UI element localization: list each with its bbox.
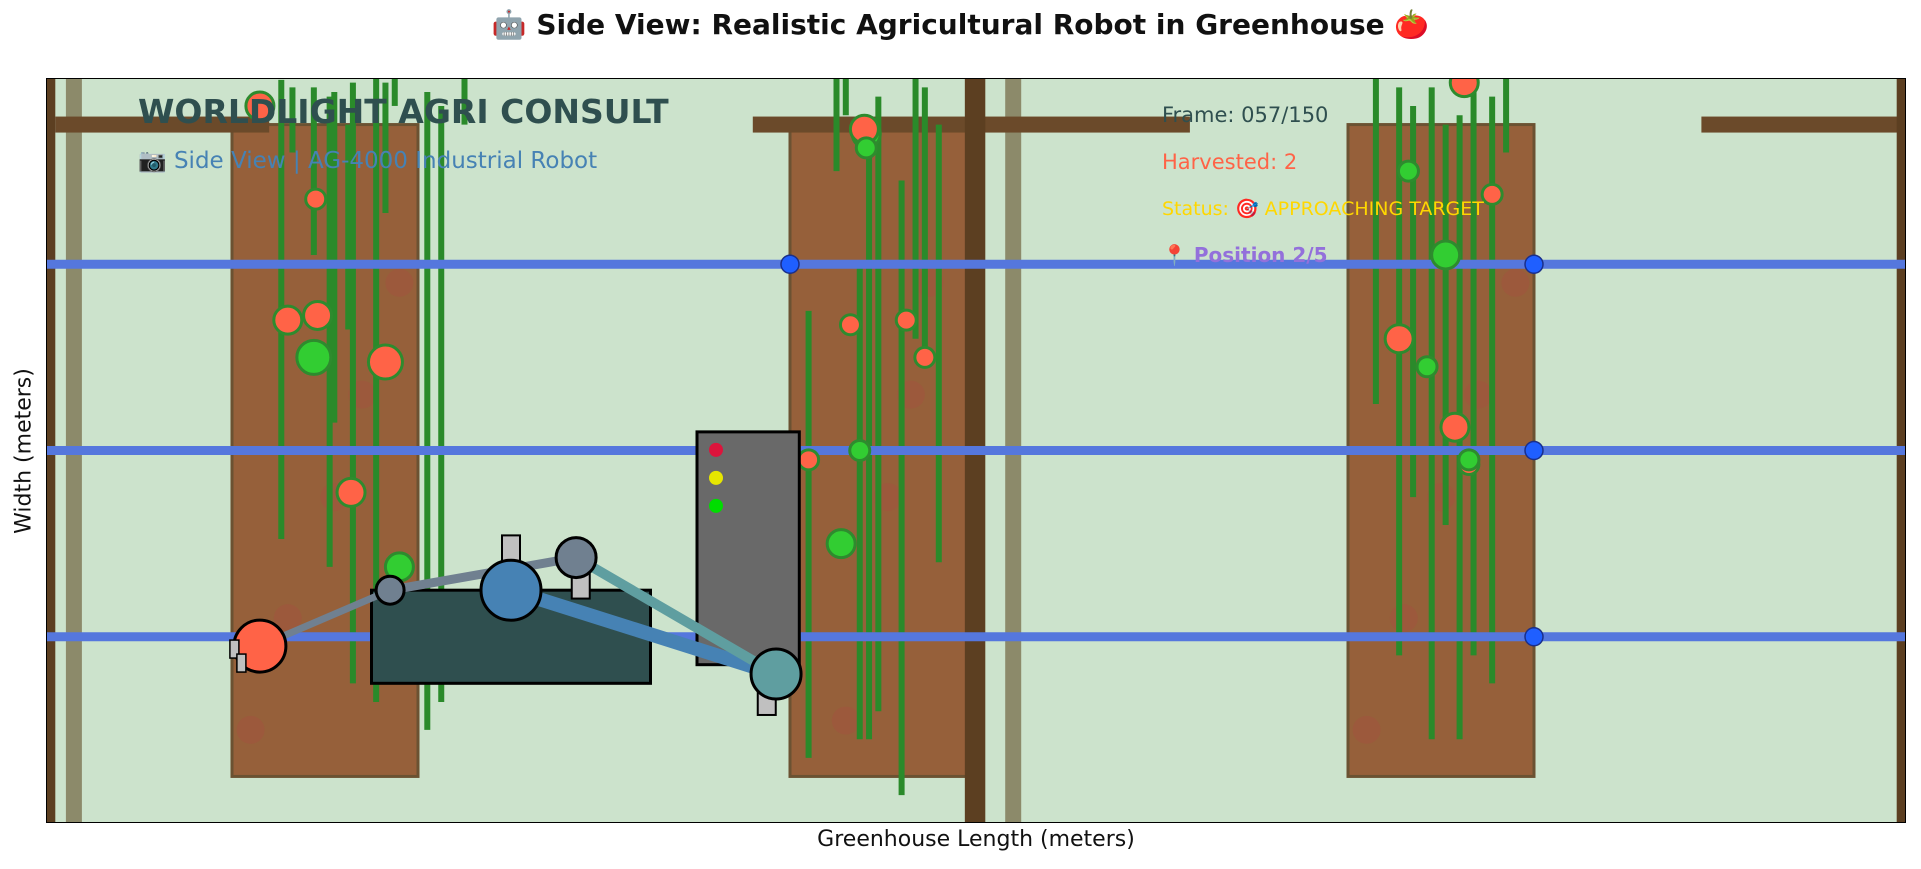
- rail-joint: [1524, 440, 1544, 461]
- y-axis-label: Width (meters): [11, 368, 37, 534]
- plot-area: WORLDLIGHT AGRI CONSULT 📷 Side View | AG…: [46, 78, 1906, 823]
- ripe-tomato: [838, 313, 862, 337]
- arm-wrist-joint: [749, 647, 803, 701]
- rail-joint: [780, 254, 800, 274]
- unripe-tomato: [1457, 448, 1481, 472]
- ripe-tomato: [1448, 78, 1480, 99]
- ripe-tomato: [1383, 323, 1415, 355]
- soil-spot: [1464, 380, 1493, 409]
- ripe-tomato: [1480, 182, 1504, 206]
- arm-base-joint: [479, 558, 543, 622]
- soil-spot: [236, 715, 265, 744]
- soil-spot: [831, 706, 860, 735]
- indicator-light: [709, 442, 723, 457]
- gripper-finger: [236, 653, 247, 673]
- unripe-tomato: [825, 528, 857, 560]
- chart-title: 🤖 Side View: Realistic Agricultural Robo…: [491, 8, 1430, 41]
- greenhouse-scene: [46, 78, 1906, 823]
- indicator-light: [709, 470, 723, 485]
- ripe-tomato: [894, 308, 918, 332]
- ripe-tomato: [797, 448, 821, 472]
- figure: 🤖 Side View: Realistic Agricultural Robo…: [0, 0, 1921, 869]
- ripe-tomato: [366, 343, 404, 381]
- position-indicator: 📍 Position 2/5: [1162, 243, 1328, 267]
- unripe-tomato: [848, 439, 872, 462]
- unripe-tomato: [1396, 159, 1420, 183]
- view-subtitle: 📷 Side View | AG-4000 Industrial Robot: [138, 148, 598, 174]
- soil-spot: [1389, 604, 1418, 633]
- unripe-tomato: [295, 338, 333, 376]
- ripe-tomato: [1439, 411, 1471, 443]
- ripe-tomato: [335, 476, 367, 508]
- soil-spot: [1352, 715, 1381, 744]
- x-axis-label: Greenhouse Length (meters): [817, 827, 1135, 852]
- soil-spot: [385, 268, 414, 297]
- arm-shoulder-joint: [554, 536, 598, 580]
- overhead-beam: [1701, 116, 1906, 133]
- harvested-count: Harvested: 2: [1162, 150, 1298, 174]
- rail-joint: [1524, 254, 1544, 274]
- arm-elbow-joint: [374, 574, 406, 606]
- ripe-tomato: [272, 304, 304, 336]
- ripe-tomato: [302, 299, 334, 331]
- ripe-tomato: [304, 187, 328, 211]
- indicator-light: [709, 498, 723, 513]
- unripe-tomato: [1415, 355, 1439, 379]
- ripe-tomato: [913, 345, 937, 369]
- status-text: Status: 🎯 APPROACHING TARGET: [1162, 198, 1484, 220]
- unripe-tomato: [854, 136, 878, 160]
- control-box: [695, 430, 801, 667]
- frame-counter: Frame: 057/150: [1162, 103, 1329, 127]
- company-name: WORLDLIGHT AGRI CONSULT: [138, 92, 669, 131]
- rail-joint: [1524, 627, 1544, 647]
- unripe-tomato: [1430, 239, 1462, 271]
- soil-spot: [1501, 268, 1530, 297]
